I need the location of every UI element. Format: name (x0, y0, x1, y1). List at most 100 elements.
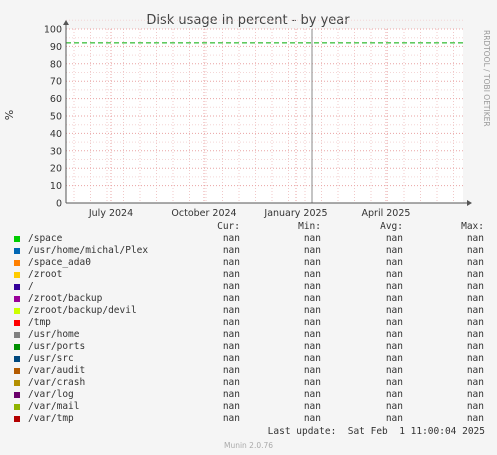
y-tick-label: 50 (50, 112, 62, 123)
legend-cur: nan (222, 353, 240, 364)
legend-series-name: /usr/home/michal/Plex (28, 245, 149, 256)
legend-avg: nan (385, 413, 403, 424)
legend-item: /tmp nan nan nan nan (12, 317, 490, 329)
legend-avg: nan (385, 293, 403, 304)
legend-header: Cur: Min: Avg: Max: (12, 221, 490, 233)
legend-rows: /space nan nan nan nan/usr/home/michal/Plex n… (12, 233, 490, 425)
legend-series-name: /var/crash (28, 377, 86, 388)
legend-cur: nan (222, 281, 240, 292)
legend-min: nan (303, 245, 321, 256)
legend-item: /usr/src nan nan nan nan (12, 353, 490, 365)
legend-min: nan (303, 401, 321, 412)
legend-item: /zroot/backup nan nan nan nan (12, 293, 490, 305)
legend-max: nan (466, 305, 484, 316)
legend-swatch (14, 392, 20, 398)
y-axis-arrow (63, 20, 69, 25)
legend-avg: nan (385, 365, 403, 376)
legend-cur: nan (222, 377, 240, 388)
legend-series-name: /zroot/backup/devil (28, 305, 137, 316)
legend-min: nan (303, 389, 321, 400)
legend-cur: nan (222, 305, 240, 316)
legend-swatch (14, 320, 20, 326)
legend-min: nan (303, 377, 321, 388)
legend-min: nan (303, 281, 321, 292)
legend-series-name: /var/log (28, 389, 74, 400)
y-tick-label: 60 (50, 94, 62, 105)
x-axis-arrow (467, 200, 472, 206)
legend-series-name: /usr/home (28, 329, 80, 340)
x-tick-label: October 2024 (171, 208, 236, 219)
legend-avg: nan (385, 401, 403, 412)
legend-item: /var/log nan nan nan nan (12, 389, 490, 401)
legend-max: nan (466, 401, 484, 412)
chart-title: Disk usage in percent - by year (146, 13, 350, 28)
legend-item: /usr/ports nan nan nan nan (12, 341, 490, 353)
legend-avg: nan (385, 329, 403, 340)
legend-item: /zroot/backup/devil nan nan nan nan (12, 305, 490, 317)
legend-cur: nan (222, 365, 240, 376)
legend-max: nan (466, 365, 484, 376)
legend-cur: nan (222, 401, 240, 412)
y-tick-label: 70 (50, 77, 62, 88)
legend-avg: nan (385, 245, 403, 256)
legend-series-name: /zroot/backup (28, 293, 103, 304)
legend-max: nan (466, 377, 484, 388)
y-tick-label: 30 (50, 146, 62, 157)
legend-min: nan (303, 413, 321, 424)
legend-swatch (14, 356, 20, 362)
legend-header-cur: Cur: (217, 221, 240, 232)
legend-cur: nan (222, 317, 240, 328)
legend-item: /var/crash nan nan nan nan (12, 377, 490, 389)
legend-min: nan (303, 269, 321, 280)
legend-max: nan (466, 293, 484, 304)
legend-avg: nan (385, 377, 403, 388)
legend-swatch (14, 260, 20, 266)
legend-max: nan (466, 389, 484, 400)
legend-max: nan (466, 257, 484, 268)
legend-max: nan (466, 281, 484, 292)
legend-cur: nan (222, 257, 240, 268)
legend-avg: nan (385, 305, 403, 316)
last-update: Last update: Sat Feb 1 11:00:04 2025 (267, 426, 485, 437)
legend-min: nan (303, 257, 321, 268)
legend-max: nan (466, 353, 484, 364)
legend-cur: nan (222, 269, 240, 280)
legend-max: nan (466, 413, 484, 424)
legend-series-name: /space_ada0 (28, 257, 91, 268)
legend-header-max: Max: (461, 221, 484, 232)
legend-cur: nan (222, 341, 240, 352)
y-tick-label: 100 (44, 25, 62, 36)
legend-max: nan (466, 233, 484, 244)
legend-series-name: /usr/src (28, 353, 74, 364)
x-tick-label: January 2025 (263, 208, 327, 219)
legend-avg: nan (385, 353, 403, 364)
legend-item: /space_ada0 nan nan nan nan (12, 257, 490, 269)
legend-item: /var/mail nan nan nan nan (12, 401, 490, 413)
legend-series-name: /tmp (28, 317, 51, 328)
y-tick-label: 90 (50, 42, 62, 53)
legend-min: nan (303, 341, 321, 352)
y-tick-label: 40 (50, 129, 62, 140)
legend-item: /usr/home/michal/Plex nan nan nan nan (12, 245, 490, 257)
legend-swatch (14, 332, 20, 338)
legend-item: /space nan nan nan nan (12, 233, 490, 245)
legend-max: nan (466, 269, 484, 280)
legend-series-name: /zroot (28, 269, 63, 280)
legend-cur: nan (222, 245, 240, 256)
legend-item: /zroot nan nan nan nan (12, 269, 490, 281)
legend-avg: nan (385, 257, 403, 268)
legend-min: nan (303, 365, 321, 376)
legend-avg: nan (385, 341, 403, 352)
legend-max: nan (466, 329, 484, 340)
legend-avg: nan (385, 389, 403, 400)
legend-min: nan (303, 317, 321, 328)
legend-avg: nan (385, 269, 403, 280)
legend-series-name: /var/tmp (28, 413, 74, 424)
legend-item: /var/tmp nan nan nan nan (12, 413, 490, 425)
legend-item: /var/audit nan nan nan nan (12, 365, 490, 377)
legend-cur: nan (222, 413, 240, 424)
legend: Cur: Min: Avg: Max: /space nan nan nan nan/u… (12, 221, 490, 425)
legend-min: nan (303, 233, 321, 244)
legend-swatch (14, 368, 20, 374)
legend-max: nan (466, 317, 484, 328)
